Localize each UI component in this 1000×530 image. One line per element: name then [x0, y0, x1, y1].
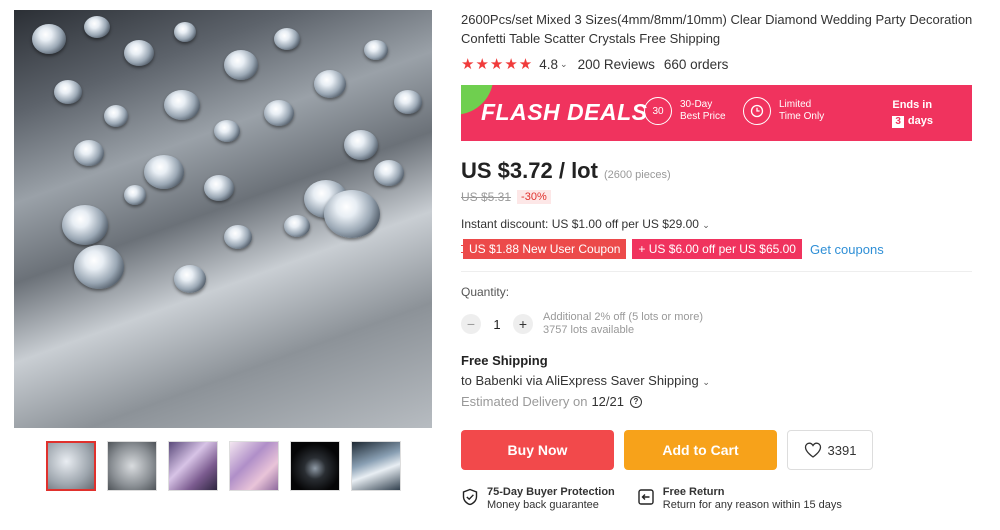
thumbnail-3[interactable] [168, 441, 218, 491]
heart-icon [804, 442, 821, 458]
star-rating-icon: ★★★★★ [461, 56, 534, 73]
best-price-text: 30-Day Best Price [680, 99, 726, 122]
guarantees: 75-Day Buyer Protection Money back guara… [461, 486, 976, 512]
thumbnail-2[interactable] [107, 441, 157, 491]
thumbnail-5[interactable] [290, 441, 340, 491]
buyer-protection-title: 75-Day Buyer Protection [487, 486, 615, 498]
chevron-down-icon[interactable]: ⌄ [560, 59, 568, 70]
limited-time-text: Limited Time Only [779, 99, 825, 122]
pieces-count: (2600 pieces) [603, 169, 671, 181]
days-number: 3 [892, 116, 904, 128]
thumbnail-strip [46, 441, 401, 491]
action-buttons: Buy Now Add to Cart 3391 [461, 430, 976, 470]
best-price-badge: 30 30-Day Best Price [644, 97, 732, 125]
divider [461, 271, 972, 272]
original-price-row: US $5.31 -30% [461, 190, 976, 204]
orders-count: 660 orders [663, 56, 729, 72]
wishlist-count: 3391 [827, 442, 857, 458]
free-return-sub: Return for any reason within 15 days [662, 499, 842, 511]
instant-discount[interactable]: Instant discount: US $1.00 off per US $2… [461, 217, 976, 231]
wishlist-button[interactable]: 3391 [787, 430, 873, 470]
chevron-down-icon: ⌄ [702, 377, 710, 387]
clock-icon [743, 97, 771, 125]
thumbnail-4[interactable] [229, 441, 279, 491]
main-product-image[interactable] [14, 10, 432, 428]
get-coupons-link[interactable]: Get coupons [810, 242, 884, 257]
current-price: US $3.72 / lot [461, 158, 598, 183]
thumbnail-1[interactable] [46, 441, 96, 491]
add-to-cart-button[interactable]: Add to Cart [624, 430, 777, 470]
flash-deals-banner: FLASH DEALS 30 30-Day Best Price Limited… [461, 85, 972, 141]
buy-now-button[interactable]: Buy Now [461, 430, 614, 470]
reviews-link[interactable]: 200 Reviews [578, 57, 655, 72]
limited-time-badge: Limited Time Only [743, 97, 831, 125]
original-price: US $5.31 [461, 190, 512, 204]
increase-quantity-button[interactable]: + [513, 314, 533, 334]
return-arrow-icon [638, 489, 654, 505]
quantity-value[interactable]: 1 [481, 317, 513, 332]
estimated-delivery-label: Estimated Delivery on [461, 394, 588, 409]
coupon-row: US $1.88 New User Coupon + US $6.00 off … [461, 239, 976, 259]
thumbnail-6[interactable] [351, 441, 401, 491]
rating-row: ★★★★★ 4.8 ⌄ 200 Reviews 660 orders [461, 56, 976, 73]
discount-badge: -30% [517, 190, 551, 204]
price-row: US $3.72 / lot (2600 pieces) [461, 158, 976, 184]
calendar-30-icon: 30 [644, 97, 672, 125]
rating-value[interactable]: 4.8 [539, 57, 558, 72]
lots-available-text: 3757 lots available [543, 324, 635, 336]
buyer-protection[interactable]: 75-Day Buyer Protection Money back guara… [461, 486, 615, 512]
estimated-delivery-date: 12/21 [591, 394, 624, 409]
ends-in: Ends in 3 days [892, 97, 933, 129]
free-return[interactable]: Free Return Return for any reason within… [637, 486, 842, 512]
flash-deals-label: FLASH DEALS [481, 99, 648, 125]
store-coupon[interactable]: + US $6.00 off per US $65.00 [632, 239, 802, 259]
shipping-destination: to Babenki via AliExpress Saver Shipping [461, 373, 699, 388]
quantity-info: Additional 2% off (5 lots or more) 3757 … [543, 311, 703, 337]
additional-discount-text: Additional 2% off (5 lots or more) [543, 311, 703, 323]
free-return-title: Free Return [662, 486, 725, 498]
shipping-title: Free Shipping [461, 353, 548, 368]
decrease-quantity-button[interactable]: − [461, 314, 481, 334]
buyer-protection-sub: Money back guarantee [487, 499, 599, 511]
estimated-delivery: Estimated Delivery on 12/21 ? [461, 394, 976, 409]
quantity-stepper: − 1 + Additional 2% off (5 lots or more)… [461, 311, 976, 337]
days-label: days [907, 115, 933, 127]
chevron-down-icon: ⌄ [702, 220, 710, 230]
shipping-method[interactable]: to Babenki via AliExpress Saver Shipping… [461, 373, 976, 388]
product-info: 2600Pcs/set Mixed 3 Sizes(4mm/8mm/10mm) … [461, 10, 976, 512]
ends-in-label: Ends in [892, 99, 933, 111]
question-icon[interactable]: ? [630, 395, 642, 408]
product-title: 2600Pcs/set Mixed 3 Sizes(4mm/8mm/10mm) … [461, 12, 973, 46]
shield-check-icon [462, 488, 478, 506]
quantity-label: Quantity: [461, 285, 510, 299]
instant-discount-text: Instant discount: US $1.00 off per US $2… [461, 217, 699, 231]
new-user-coupon[interactable]: US $1.88 New User Coupon [461, 239, 627, 259]
